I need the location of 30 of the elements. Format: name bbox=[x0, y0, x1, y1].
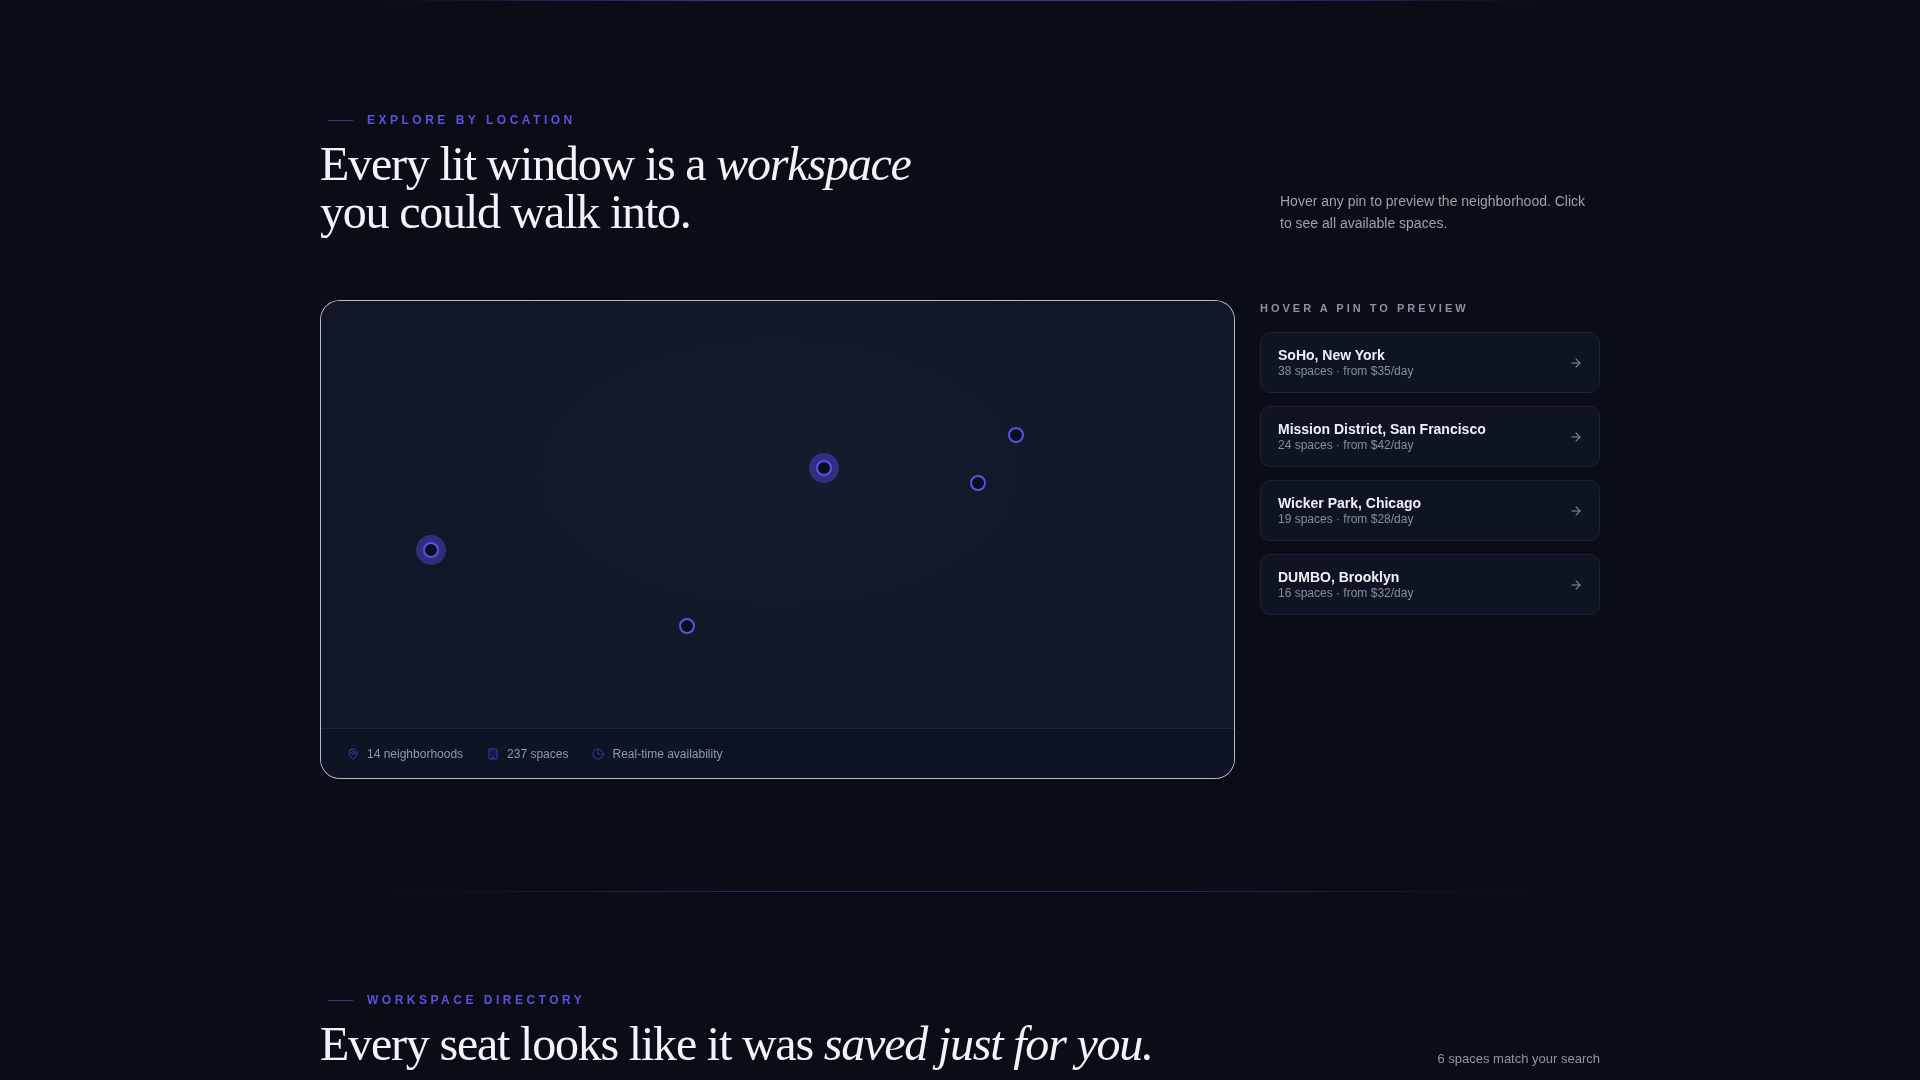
map-pin-icon[interactable] bbox=[1007, 427, 1024, 444]
location-details: 16 spaces · from $32/day bbox=[1278, 586, 1414, 601]
location-details: 38 spaces · from $35/day bbox=[1278, 364, 1414, 379]
map-stat: 14 neighborhoods bbox=[367, 745, 464, 762]
location-name: DUMBO, Brooklyn bbox=[1278, 568, 1401, 586]
section-eyebrow: EXPLORE BY LOCATION bbox=[367, 112, 576, 128]
map-pin-icon[interactable] bbox=[809, 452, 840, 483]
map-pin-icon[interactable] bbox=[679, 617, 696, 634]
section-eyebrow: WORKSPACE DIRECTORY bbox=[367, 992, 586, 1008]
building-icon bbox=[487, 747, 500, 760]
map-pin-icon[interactable] bbox=[970, 474, 987, 491]
preview-label: HOVER A PIN TO PREVIEW bbox=[1260, 301, 1470, 315]
map-stat: 237 spaces bbox=[507, 745, 569, 762]
section-heading: Every lit window is a workspace you could walk into. bbox=[320, 140, 912, 236]
location-name: SoHo, New York bbox=[1278, 346, 1386, 364]
section-description: Hover any pin to preview the neighborhood. Click to see all available spaces. bbox=[1280, 192, 1587, 233]
location-card[interactable]: SoHo, New York 38 spaces · from $35/day bbox=[1260, 332, 1600, 393]
section-heading: Every seat looks like it was saved just for you. bbox=[320, 1020, 1153, 1068]
clock-icon bbox=[592, 747, 605, 760]
location-card[interactable]: Wicker Park, Chicago 19 spaces · from $28/day bbox=[1260, 480, 1600, 541]
location-card[interactable]: DUMBO, Brooklyn 16 spaces · from $32/day bbox=[1260, 554, 1600, 615]
location-details: 19 spaces · from $28/day bbox=[1278, 512, 1415, 527]
map-stat: Real-time availability bbox=[612, 745, 723, 762]
result-count: 6 spaces match your search bbox=[1437, 1050, 1600, 1068]
location-name: Wicker Park, Chicago bbox=[1278, 494, 1422, 512]
location-card[interactable]: Mission District, San Francisco 24 spaces · from $42/day bbox=[1260, 406, 1600, 467]
map-pin-icon[interactable] bbox=[416, 534, 446, 565]
location-name: Mission District, San Francisco bbox=[1278, 420, 1486, 438]
location-details: 24 spaces · from $42/day bbox=[1278, 438, 1415, 453]
map-pin-icon bbox=[347, 747, 359, 760]
